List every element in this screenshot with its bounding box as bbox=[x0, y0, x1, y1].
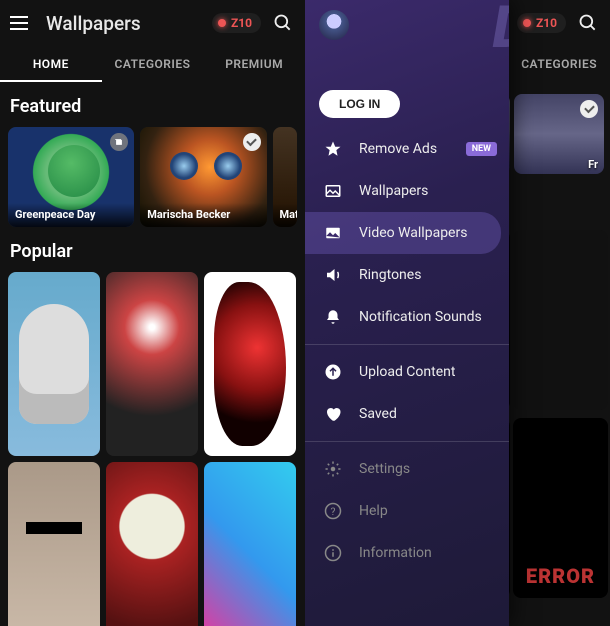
image-icon bbox=[323, 181, 343, 201]
page-title: Wallpapers bbox=[46, 12, 204, 35]
featured-label: Greenpeace Day bbox=[8, 203, 134, 227]
nav-help[interactable]: ? Help bbox=[305, 490, 509, 532]
help-icon: ? bbox=[323, 501, 343, 521]
nav-label: Saved bbox=[359, 406, 397, 422]
hamburger-icon[interactable] bbox=[8, 12, 30, 34]
new-badge: NEW bbox=[466, 142, 497, 156]
nav-label: Notification Sounds bbox=[359, 309, 482, 325]
featured-card[interactable]: Mate bbox=[273, 127, 298, 227]
section-featured-heading: Featured bbox=[0, 82, 305, 127]
nav-remove-ads[interactable]: Remove Ads NEW bbox=[305, 128, 509, 170]
divider bbox=[305, 441, 509, 442]
search-icon[interactable] bbox=[578, 13, 598, 33]
wallpaper-card[interactable] bbox=[204, 462, 296, 626]
tab-categories[interactable]: CATEGORIES bbox=[508, 46, 610, 80]
credits-pill[interactable]: Z10 bbox=[212, 13, 261, 33]
nav-settings[interactable]: Settings bbox=[305, 448, 509, 490]
search-icon[interactable] bbox=[273, 13, 293, 33]
featured-row[interactable]: Greenpeace Day Marischa Becker Mate bbox=[0, 127, 305, 227]
upload-icon bbox=[323, 362, 343, 382]
featured-label: Fr bbox=[588, 158, 598, 171]
app-logo: D bbox=[493, 0, 509, 62]
nav-label: Information bbox=[359, 545, 432, 561]
verified-icon bbox=[580, 100, 598, 118]
wallpaper-card[interactable] bbox=[8, 272, 100, 456]
nav-label: Remove Ads bbox=[359, 141, 437, 157]
heart-icon bbox=[323, 404, 343, 424]
nav-ringtones[interactable]: Ringtones bbox=[305, 254, 509, 296]
divider bbox=[305, 344, 509, 345]
nav-upload[interactable]: Upload Content bbox=[305, 351, 509, 393]
nav-label: Help bbox=[359, 503, 388, 519]
wallpaper-card[interactable] bbox=[8, 462, 100, 626]
featured-label: Mate bbox=[273, 203, 298, 227]
info-icon bbox=[323, 543, 343, 563]
wallpaper-card[interactable] bbox=[106, 272, 198, 456]
tab-home[interactable]: HOME bbox=[0, 46, 102, 82]
screen-main: Wallpapers Z10 HOME CATEGORIES PREMIUM F… bbox=[0, 0, 305, 626]
bell-icon bbox=[323, 307, 343, 327]
nav-wallpapers[interactable]: Wallpapers bbox=[305, 170, 509, 212]
section-popular-heading: Popular bbox=[0, 227, 305, 272]
nav-notification-sounds[interactable]: Notification Sounds bbox=[305, 296, 509, 338]
nav-label: Wallpapers bbox=[359, 183, 428, 199]
svg-text:?: ? bbox=[331, 505, 336, 518]
sound-icon bbox=[323, 265, 343, 285]
tab-categories[interactable]: CATEGORIES bbox=[102, 46, 204, 82]
nav-saved[interactable]: Saved bbox=[305, 393, 509, 435]
nav-label: Video Wallpapers bbox=[359, 225, 467, 241]
nav-information[interactable]: Information bbox=[305, 532, 509, 574]
nav-video-wallpapers[interactable]: Video Wallpapers bbox=[305, 212, 501, 254]
tab-premium[interactable]: PREMIUM bbox=[203, 46, 305, 82]
featured-card[interactable]: Marischa Becker bbox=[140, 127, 266, 227]
popular-grid[interactable] bbox=[0, 272, 305, 626]
topbar: Wallpapers Z10 bbox=[0, 0, 305, 46]
screen-drawer: Z10 CATEGORIES usli Fr ERROR D LOG IN Re… bbox=[305, 0, 610, 626]
nav-drawer: D LOG IN Remove Ads NEW Wallpapers Video… bbox=[305, 0, 509, 626]
wallpaper-card[interactable] bbox=[513, 230, 608, 410]
wallpaper-card[interactable]: ERROR bbox=[513, 418, 608, 598]
featured-label: Marischa Becker bbox=[140, 203, 266, 227]
avatar-icon[interactable] bbox=[319, 10, 349, 40]
verified-icon bbox=[243, 133, 261, 151]
wallpaper-card[interactable] bbox=[204, 272, 296, 456]
gear-icon bbox=[323, 459, 343, 479]
tabs: HOME CATEGORIES PREMIUM bbox=[0, 46, 305, 82]
video-image-icon bbox=[323, 223, 343, 243]
credits-pill[interactable]: Z10 bbox=[517, 13, 566, 33]
login-button[interactable]: LOG IN bbox=[319, 90, 400, 118]
nav-label: Upload Content bbox=[359, 364, 455, 380]
nav-label: Ringtones bbox=[359, 267, 421, 283]
nav-label: Settings bbox=[359, 461, 410, 477]
featured-card[interactable]: Greenpeace Day bbox=[8, 127, 134, 227]
star-icon bbox=[323, 139, 343, 159]
wallpaper-card[interactable] bbox=[106, 462, 198, 626]
drawer-header: D bbox=[305, 0, 509, 90]
